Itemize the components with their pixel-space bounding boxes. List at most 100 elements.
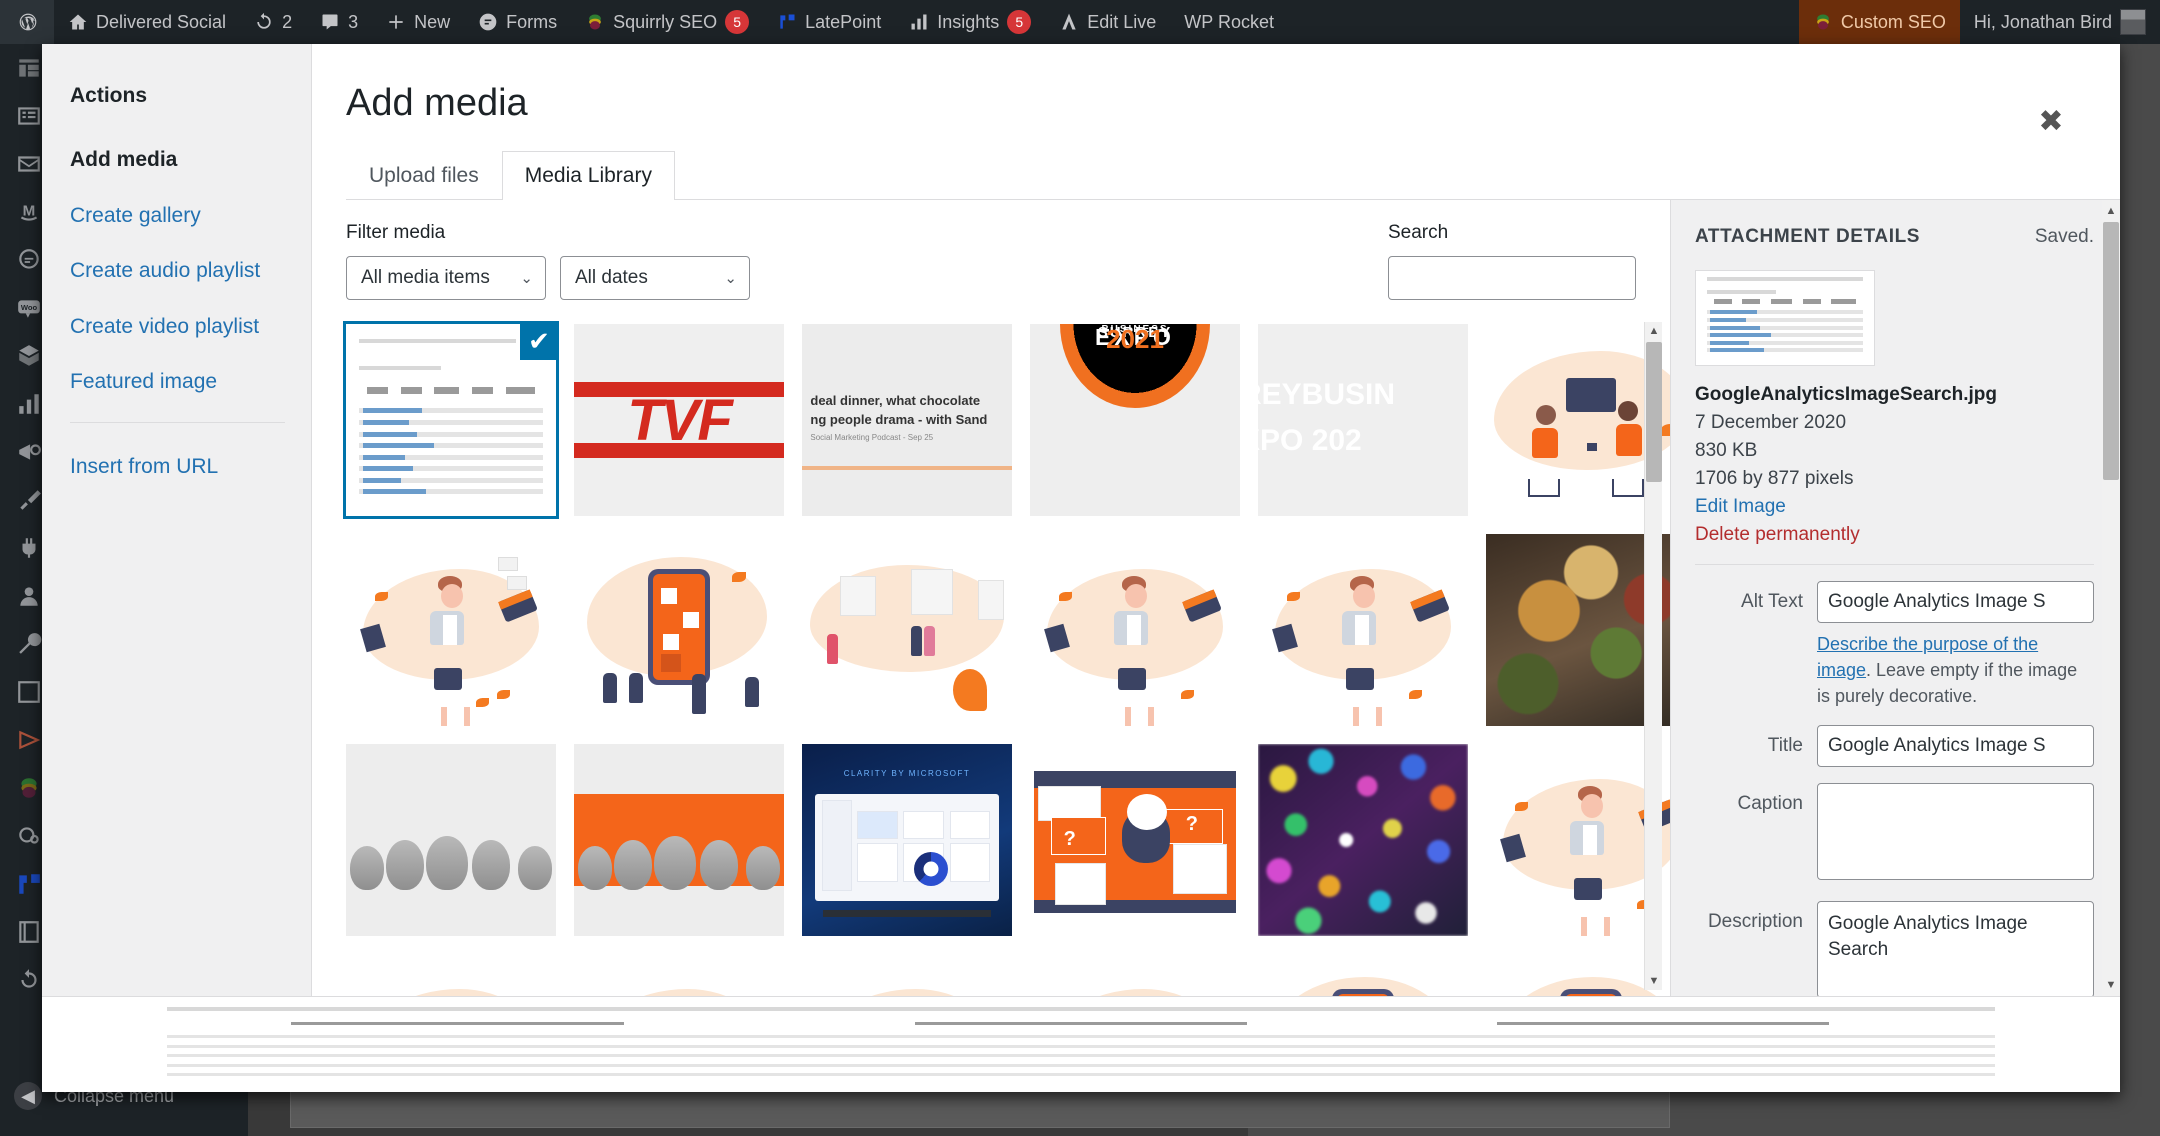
- media-item-team-photo-greyscale[interactable]: [346, 744, 556, 936]
- adminbar-item-wp-rocket[interactable]: WP Rocket: [1170, 0, 1288, 44]
- media-item-microsoft-clarity-dashboard[interactable]: CLARITY BY MICROSOFT: [802, 744, 1012, 936]
- adminbar-item-label: WP Rocket: [1184, 11, 1274, 32]
- wp-admin-bar: Delivered Social 2 3 New Forms Squirrly …: [0, 0, 2160, 44]
- media-item-art-gallery-illustration[interactable]: [802, 534, 1012, 726]
- media-grid-wrapper: ✔ TVF deal dinner, what chocolate ng peo…: [312, 318, 1670, 996]
- media-item-student-with-phone-illustration[interactable]: [802, 954, 1012, 996]
- scroll-up-arrow-icon[interactable]: ▲: [1645, 322, 1663, 340]
- action-add-media[interactable]: Add media: [70, 144, 285, 176]
- media-thumbnail: [1258, 744, 1468, 936]
- media-thumbnail: [1486, 744, 1670, 936]
- title-label: Title: [1767, 735, 1803, 757]
- media-item-student-with-phone-illustration[interactable]: [1030, 954, 1240, 996]
- media-type-select[interactable]: All media items ⌄: [346, 256, 546, 300]
- tab-media-library[interactable]: Media Library: [501, 151, 675, 200]
- chevron-down-icon: ⌄: [724, 270, 737, 287]
- media-item-tvf-logo[interactable]: TVF: [574, 324, 784, 516]
- action-create-video-playlist[interactable]: Create video playlist: [70, 311, 285, 343]
- date-filter-select[interactable]: All dates ⌄: [560, 256, 750, 300]
- adminbar-item-new[interactable]: New: [372, 0, 464, 44]
- selected-item-thumbnail[interactable]: [42, 997, 2120, 1092]
- adminbar-item-label: LatePoint: [805, 11, 882, 32]
- media-item-surrey-business-expo-banner[interactable]: REYBUSIN XPO 202: [1258, 324, 1468, 516]
- adminbar-account[interactable]: Hi, Jonathan Bird: [1960, 0, 2160, 44]
- selection-summary: 1 item selected Clear: [42, 997, 2120, 1092]
- media-item-chatbot-illustration[interactable]: ? ?: [1030, 744, 1240, 936]
- media-item-student-with-phone-illustration[interactable]: [1486, 744, 1670, 936]
- squirrly-icon: [16, 775, 42, 801]
- custom-seo-label: Custom SEO: [1840, 11, 1946, 32]
- media-item-student-with-phone-illustration[interactable]: [346, 534, 556, 726]
- media-thumbnail: [802, 534, 1012, 726]
- latepoint-icon: [777, 12, 797, 32]
- attachment-details-scrollbar[interactable]: ▲ ▼: [2102, 200, 2120, 996]
- analytics-table-art: [42, 997, 2120, 1092]
- action-create-gallery[interactable]: Create gallery: [70, 200, 285, 232]
- alt-text-input[interactable]: [1817, 581, 2094, 623]
- scrollbar-thumb[interactable]: [2103, 222, 2119, 480]
- adminbar-item-site[interactable]: Delivered Social: [54, 0, 240, 44]
- adminbar-item-comments[interactable]: 3: [306, 0, 372, 44]
- plus-icon: [386, 12, 406, 32]
- alt-text-control: Describe the purpose of the image. Leave…: [1817, 581, 2094, 709]
- media-thumbnail: [346, 954, 556, 996]
- description-label: Description: [1707, 911, 1803, 933]
- media-item-student-with-phone-illustration[interactable]: [1030, 534, 1240, 726]
- account-greeting: Hi, Jonathan Bird: [1973, 11, 2112, 32]
- media-item-colourful-bokeh-lights[interactable]: [1258, 744, 1468, 936]
- media-thumbnail: [574, 534, 784, 726]
- media-thumbnail: [1030, 954, 1240, 996]
- title-control: [1817, 725, 2094, 768]
- action-create-audio-playlist[interactable]: Create audio playlist: [70, 255, 285, 287]
- title-input[interactable]: [1817, 725, 2094, 768]
- media-item-google-analytics-screenshot[interactable]: ✔: [343, 321, 559, 519]
- scroll-down-arrow-icon[interactable]: ▼: [2102, 976, 2120, 994]
- delete-permanently-link[interactable]: Delete permanently: [1695, 524, 2094, 546]
- podcast-line-3: Social Marketing Podcast - Sep 25: [810, 433, 934, 443]
- description-control: [1817, 901, 2094, 996]
- media-item-social-media-phone-illustration[interactable]: [574, 534, 784, 726]
- adminbar-item-updates[interactable]: 2: [240, 0, 306, 44]
- collapse-arrow-icon: ◀: [14, 1082, 42, 1110]
- media-grid-scrollbar[interactable]: ▲ ▼: [1644, 322, 1662, 990]
- check-icon[interactable]: ✔: [516, 324, 556, 364]
- adminbar-item-forms[interactable]: Forms: [464, 0, 571, 44]
- attachment-dimensions: 1706 by 877 pixels: [1695, 468, 1854, 489]
- media-item-surrey-business-expo-badge[interactable]: SURREY BUSINESS EXPO 2021: [1030, 324, 1240, 516]
- clarity-caption: CLARITY BY MICROSOFT: [843, 768, 971, 778]
- users-icon: [16, 583, 42, 609]
- action-featured-image[interactable]: Featured image: [70, 366, 285, 398]
- mailchimp-icon: M: [16, 199, 42, 225]
- comments-icon: [320, 12, 340, 32]
- scroll-down-arrow-icon[interactable]: ▼: [1645, 972, 1663, 990]
- scrollbar-thumb[interactable]: [1646, 342, 1662, 482]
- media-thumbnail: [802, 954, 1012, 996]
- media-item-two-people-at-computer-illustration[interactable]: [1486, 324, 1670, 516]
- media-item-student-with-phone-illustration[interactable]: [346, 954, 556, 996]
- details-divider: [1695, 564, 2094, 565]
- media-item-social-media-phone-illustration[interactable]: [1258, 954, 1468, 996]
- edit-image-link[interactable]: Edit Image: [1695, 496, 2094, 518]
- media-item-student-with-phone-illustration[interactable]: [574, 954, 784, 996]
- adminbar-item-edit-live[interactable]: Edit Live: [1045, 0, 1170, 44]
- adminbar-item-squirrly-seo[interactable]: Squirrly SEO 5: [571, 0, 763, 44]
- caption-textarea[interactable]: [1817, 783, 2094, 881]
- media-item-team-photo-orange[interactable]: [574, 744, 784, 936]
- adminbar-item-label: Delivered Social: [96, 11, 227, 32]
- student-illustration-art: [1030, 954, 1240, 996]
- search-input[interactable]: [1388, 256, 1636, 300]
- media-item-social-media-phone-illustration[interactable]: [1486, 954, 1670, 996]
- wordpress-logo-icon[interactable]: [0, 0, 54, 44]
- adminbar-item-custom-seo[interactable]: Custom SEO: [1798, 0, 1960, 44]
- scroll-up-arrow-icon[interactable]: ▲: [2102, 202, 2120, 220]
- action-insert-from-url[interactable]: Insert from URL: [70, 451, 285, 483]
- media-item-christmas-dinner-photo[interactable]: [1486, 534, 1670, 726]
- adminbar-item-latepoint[interactable]: LatePoint: [763, 0, 895, 44]
- filter-media-label: Filter media: [346, 222, 446, 243]
- description-textarea[interactable]: [1817, 901, 2094, 996]
- media-item-student-with-phone-illustration[interactable]: [1258, 534, 1468, 726]
- tab-upload-files[interactable]: Upload files: [346, 151, 502, 200]
- adminbar-item-insights[interactable]: Insights 5: [895, 0, 1045, 44]
- close-icon[interactable]: ✖: [2028, 99, 2074, 145]
- media-item-podcast-quote-card[interactable]: deal dinner, what chocolate ng people dr…: [802, 324, 1012, 516]
